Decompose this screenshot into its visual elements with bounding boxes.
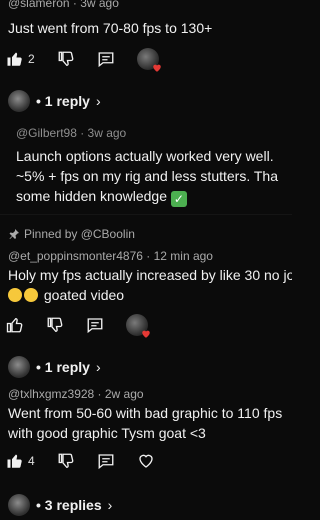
comment-text: Went from 50-60 with bad graphic to 110 … [8,403,282,443]
avatar [8,90,30,112]
comment-meta: @txlhxgmz3928 · 2w ago [8,387,144,401]
like-count: 4 [28,454,35,468]
reply-button[interactable] [97,50,115,68]
like-button[interactable]: 2 [6,50,35,68]
pinned-label: Pinned by @CBoolin [8,227,135,241]
like-button[interactable]: 4 [6,452,35,470]
view-replies-button[interactable]: • 1 reply › [8,356,101,378]
check-emoji: ✓ [170,191,187,207]
heart-outline-icon [139,454,153,468]
pin-icon [9,229,19,239]
replies-label: • 3 replies [36,497,102,513]
chevron-right-icon: › [95,93,101,109]
avatar [8,356,30,378]
comment-line: some hidden knowledge [16,188,167,204]
dislike-button[interactable] [57,50,75,68]
comment-line: Holy my fps actually increased by like 3… [8,267,292,283]
comment-line: Launch options actually worked very well… [16,148,274,164]
thumbs-up-icon [7,52,22,66]
comment-actions: 2 [6,48,181,72]
view-replies-button[interactable]: • 1 reply › [8,90,101,112]
thumbs-up-icon [7,454,22,468]
comment-line: Went from 50-60 with bad graphic to 110 … [8,405,283,421]
reply-button[interactable] [97,452,115,470]
thumbs-down-icon [58,51,74,67]
comment-line: goated video [43,287,125,303]
creator-avatar [126,314,150,338]
creator-heart [136,48,161,72]
chevron-right-icon: › [107,497,113,513]
divider [0,214,292,215]
replies-label: • 1 reply [36,359,90,375]
avatar [8,494,30,516]
creator-heart [126,314,150,338]
like-count: 2 [28,52,35,66]
reply-button[interactable] [86,316,104,334]
comment-text: Holy my fps actually increased by like 3… [8,265,292,305]
heart-button[interactable] [137,452,155,470]
dislike-button[interactable] [46,316,64,334]
comment-line: with good graphic Tysm goat <3 [8,425,206,441]
heart-icon [152,64,161,72]
laughing-emoji-icon [24,288,38,302]
creator-avatar [136,48,161,72]
comment-meta: @Gilbert98 · 3w ago [16,126,127,140]
comment-icon [98,454,114,470]
laughing-emoji-icon [8,288,22,302]
comment-text: Launch options actually worked very well… [16,146,278,207]
comment-actions [6,314,170,338]
comment-icon [87,318,103,334]
thumbs-up-icon [6,317,23,333]
comment-meta: @et_poppinsmonter4876 · 12 min ago [8,249,213,263]
comment-text: Just went from 70-80 fps to 130+ [8,20,213,36]
comment-meta: @slameron · 3w ago [8,0,119,10]
view-replies-button[interactable]: • 3 replies › [8,494,112,516]
comment-actions: 4 [6,452,177,470]
like-button[interactable] [6,316,24,334]
dislike-button[interactable] [57,452,75,470]
thumbs-down-icon [58,453,74,469]
replies-label: • 1 reply [36,93,90,109]
thumbs-down-icon [47,317,63,333]
heart-icon [142,330,150,338]
chevron-right-icon: › [95,359,101,375]
comment-icon [98,52,114,68]
comment-line: ~5% + fps on my rig and less stutters. T… [16,168,278,184]
